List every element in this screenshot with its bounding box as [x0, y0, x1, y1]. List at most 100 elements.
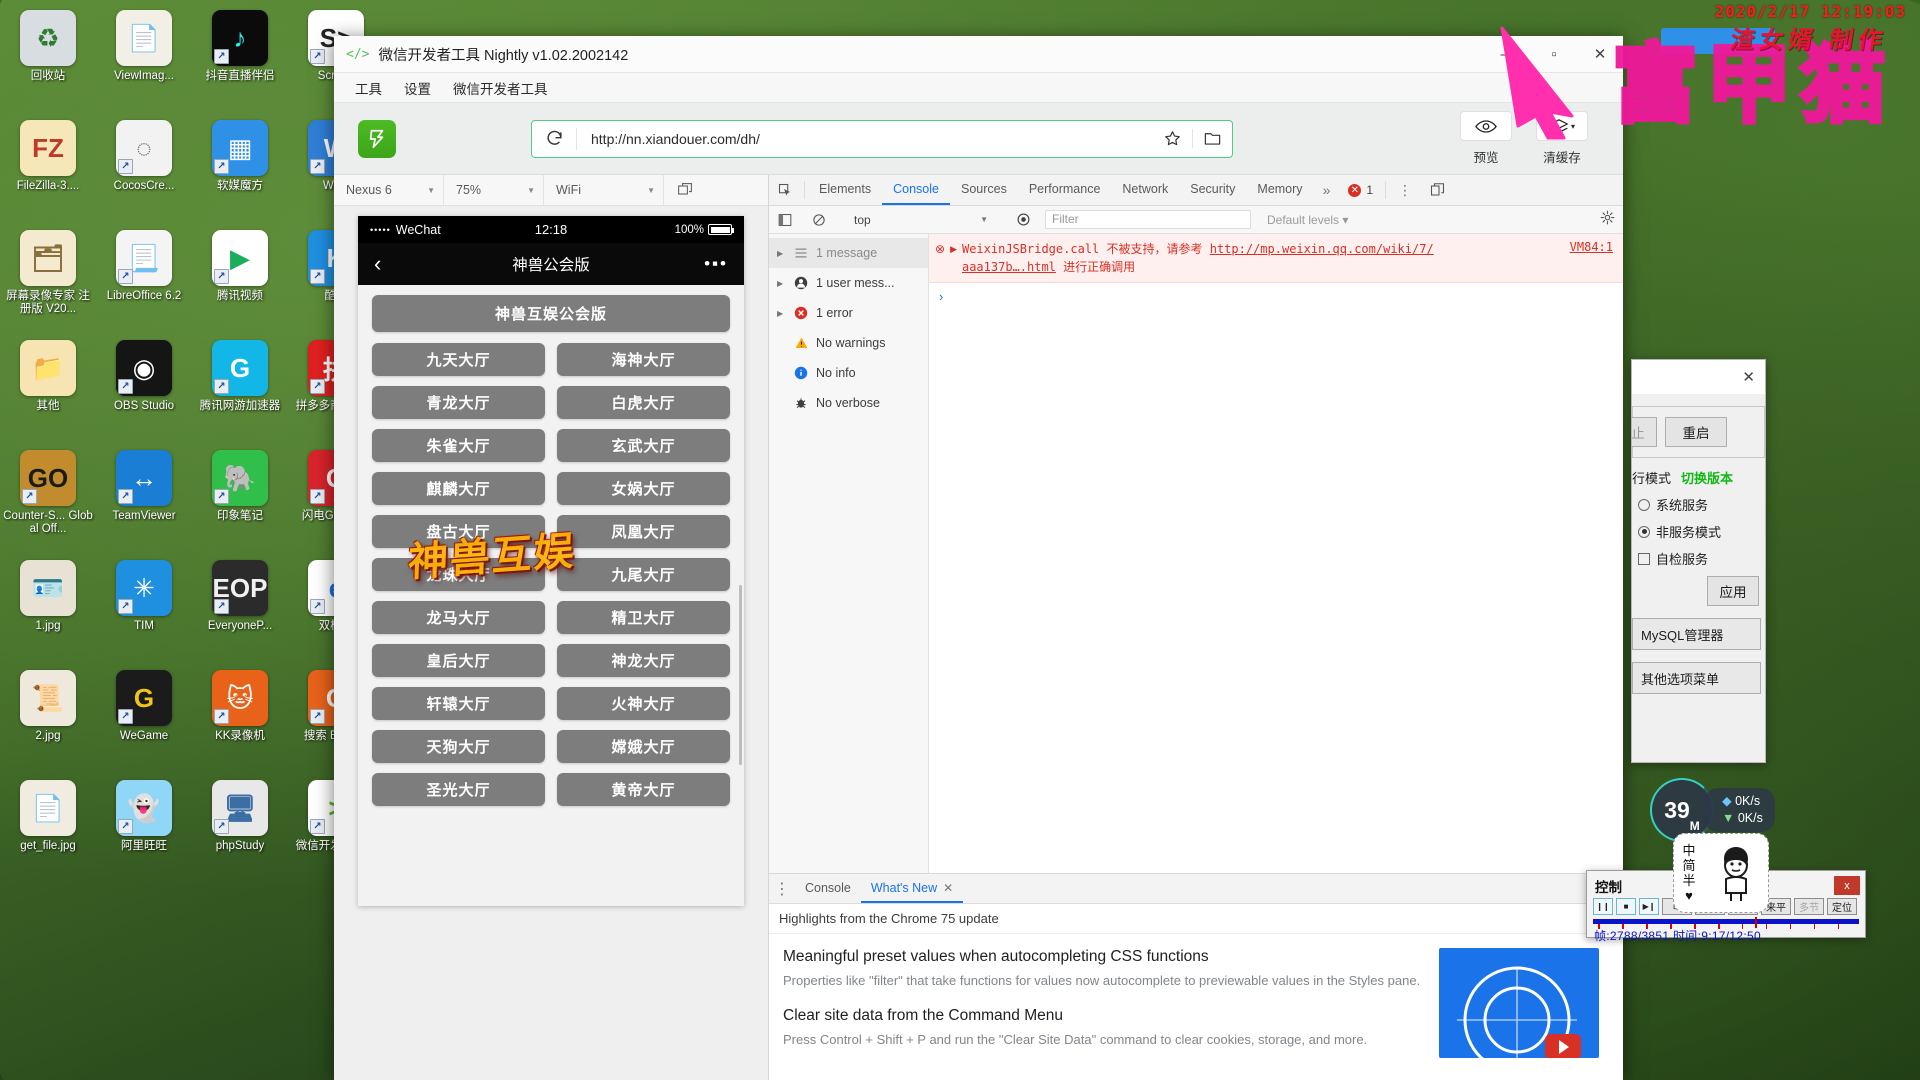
hall-button[interactable]: 海神大厅 — [557, 343, 730, 376]
devtools-tab[interactable]: Memory — [1246, 175, 1313, 205]
desktop-icon[interactable]: 📄get_file.jpg — [0, 774, 96, 884]
hall-button[interactable]: 皇后大厅 — [372, 644, 545, 677]
expand-arrow-icon[interactable]: ▶ — [950, 240, 957, 276]
folder-icon[interactable] — [1192, 129, 1232, 148]
stop-button[interactable]: ■ — [1616, 898, 1636, 915]
hall-button[interactable]: 轩辕大厅 — [372, 687, 545, 720]
ime-mode-item[interactable]: 半 — [1682, 873, 1695, 888]
hall-button[interactable]: 凤凰大厅 — [557, 515, 730, 548]
console-prompt[interactable]: › — [929, 283, 1623, 310]
drawer-tab[interactable]: Console — [795, 874, 861, 903]
apply-button[interactable]: 应用 — [1707, 576, 1759, 606]
clear-console-icon[interactable] — [803, 213, 835, 227]
drawer-kebab-icon[interactable]: ⋮ — [769, 874, 795, 903]
hall-button[interactable]: 神龙大厅 — [557, 644, 730, 677]
desktop-icon[interactable]: ▦↗软媒魔方 — [192, 114, 288, 224]
console-sidebar-item[interactable]: No warnings — [769, 328, 928, 358]
locate-button[interactable]: 定位 — [1827, 898, 1857, 915]
other-options-button[interactable]: 其他选项菜单 — [1632, 662, 1761, 694]
hall-button[interactable]: 九天大厅 — [372, 343, 545, 376]
sidebar-toggle-icon[interactable] — [769, 213, 801, 227]
error-badge[interactable]: ✕ 1 — [1339, 175, 1382, 205]
hall-button[interactable]: 九尾大厅 — [557, 558, 730, 591]
compile-button[interactable] — [358, 120, 396, 158]
desktop-icon[interactable]: 📃↗LibreOffice 6.2 — [96, 224, 192, 334]
desktop-icon[interactable]: 🐘↗印象笔记 — [192, 444, 288, 554]
menu-item[interactable]: 工具 — [346, 75, 391, 101]
hall-button[interactable]: 玄武大厅 — [557, 429, 730, 462]
hall-button[interactable]: 女娲大厅 — [557, 472, 730, 505]
expand-arrow-icon[interactable]: ▶ — [777, 249, 786, 258]
close-icon[interactable]: ✕ — [943, 881, 953, 895]
pause-button[interactable]: ❙❙ — [1593, 898, 1613, 915]
hall-button[interactable]: 朱雀大厅 — [372, 429, 545, 462]
desktop-icon[interactable]: ◌↗CocosCre... — [96, 114, 192, 224]
error-source-link[interactable]: VM84:1 — [1570, 240, 1613, 254]
menu-item[interactable]: 微信开发者工具 — [444, 75, 557, 101]
inspect-element-icon[interactable] — [769, 175, 801, 205]
zoom-select[interactable]: 75% ▼ — [444, 175, 544, 206]
desktop-icon[interactable]: ▶↗腾讯视频 — [192, 224, 288, 334]
console-sidebar-item[interactable]: ▶1 error — [769, 298, 928, 328]
hall-banner-button[interactable]: 神兽互娱公会版 — [372, 295, 730, 332]
expand-arrow-icon[interactable]: ▶ — [777, 309, 786, 318]
desktop-icon[interactable]: 👻↗阿里旺旺 — [96, 774, 192, 884]
kebab-icon[interactable]: ⋮ — [1389, 175, 1421, 205]
radio-icon[interactable] — [1638, 526, 1650, 538]
radio-icon[interactable] — [1638, 499, 1650, 511]
menu-item[interactable]: 设置 — [395, 75, 440, 101]
hall-button[interactable]: 圣光大厅 — [372, 773, 545, 806]
hall-button[interactable]: 麒麟大厅 — [372, 472, 545, 505]
desktop-icon[interactable]: 📄ViewImag... — [96, 4, 192, 114]
devtools-tab[interactable]: Network — [1111, 175, 1179, 205]
hall-button[interactable]: 火神大厅 — [557, 687, 730, 720]
devtools-tab[interactable]: Elements — [808, 175, 882, 205]
whats-new-thumbnail[interactable] — [1439, 948, 1599, 1058]
more-tabs-icon[interactable]: » — [1314, 175, 1340, 205]
devtools-tab[interactable]: Console — [882, 175, 950, 205]
restart-button[interactable]: 重启 — [1665, 417, 1727, 447]
detach-window-icon[interactable] — [664, 182, 706, 198]
devtools-tab[interactable]: Performance — [1018, 175, 1112, 205]
execution-context-select[interactable]: top ▼ — [846, 213, 996, 227]
devtools-tab[interactable]: Security — [1179, 175, 1246, 205]
stop-button[interactable]: 止 — [1631, 417, 1657, 447]
recorder-close-button[interactable]: x — [1834, 876, 1860, 895]
hall-button[interactable]: 精卫大厅 — [557, 601, 730, 634]
desktop-icon[interactable]: 🖥↗phpStudy — [192, 774, 288, 884]
switch-version-link[interactable]: 切换版本 — [1681, 468, 1733, 487]
error-link-2[interactable]: aaa137b….html — [962, 260, 1056, 274]
star-icon[interactable] — [1152, 129, 1192, 148]
timeline-playhead[interactable] — [1755, 917, 1757, 928]
console-sidebar-item[interactable]: No verbose — [769, 388, 928, 418]
phone-simulator[interactable]: ••••• WeChat 12:18 100% ‹ 神兽公会版 •▪• — [358, 216, 744, 906]
url-input[interactable]: http://nn.xiandouer.com/dh/ — [576, 128, 1152, 150]
hall-button[interactable]: 白虎大厅 — [557, 386, 730, 419]
drawer-tab[interactable]: What's New✕ — [861, 874, 963, 903]
log-levels-select[interactable]: Default levels ▾ — [1267, 213, 1348, 227]
phone-scrollbar[interactable] — [739, 585, 742, 765]
desktop-icon[interactable]: G↗WeGame — [96, 664, 192, 774]
console-sidebar-item[interactable]: ▶1 message — [769, 238, 928, 268]
desktop-icon[interactable]: ✳↗TIM — [96, 554, 192, 664]
checkbox-icon[interactable] — [1638, 553, 1650, 565]
desktop-icon[interactable]: 🪪1.jpg — [0, 554, 96, 664]
console-error-row[interactable]: ⊗ ▶ WeixinJSBridge.call 不被支持，请参考 http://… — [929, 234, 1623, 283]
error-link-1[interactable]: http://mp.weixin.qq.com/wiki/7/ — [1210, 242, 1434, 256]
ime-mode-item[interactable]: 中 — [1682, 843, 1695, 858]
phpstudy-option[interactable]: 非服务模式 — [1632, 518, 1765, 545]
step-button[interactable]: ▶❙ — [1639, 898, 1659, 915]
chapter-button[interactable]: 多节 — [1794, 898, 1824, 915]
device-select[interactable]: Nexus 6 ▼ — [334, 175, 444, 206]
desktop-icon[interactable]: ↔↗TeamViewer — [96, 444, 192, 554]
recorder-timeline[interactable] — [1593, 919, 1859, 924]
desktop-icon[interactable]: G↗腾讯网游加速器 — [192, 334, 288, 444]
hall-button[interactable]: 盘古大厅 — [372, 515, 545, 548]
ime-status-badge[interactable]: 中简半♥ — [1673, 833, 1769, 913]
desktop-icon[interactable]: ◉↗OBS Studio — [96, 334, 192, 444]
desktop-icon[interactable]: 📁其他 — [0, 334, 96, 444]
desktop-icon[interactable]: ♪↗抖音直播伴侣 — [192, 4, 288, 114]
hall-button[interactable]: 龙马大厅 — [372, 601, 545, 634]
desktop-icon[interactable]: FZFileZilla-3.... — [0, 114, 96, 224]
hall-button[interactable]: 天狗大厅 — [372, 730, 545, 763]
